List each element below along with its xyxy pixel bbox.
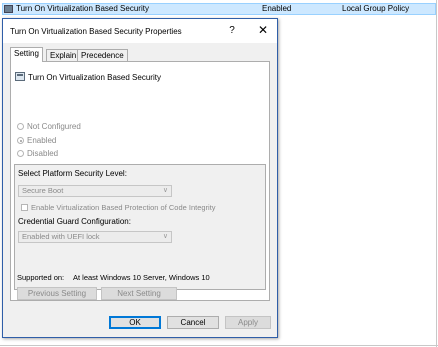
- platform-security-dropdown[interactable]: Secure Boot ∨: [18, 185, 172, 197]
- dialog-title: Turn On Virtualization Based Security Pr…: [10, 27, 182, 36]
- supported-on-label: Supported on:: [17, 273, 65, 282]
- policy-list-state: Enabled: [262, 4, 292, 13]
- radio-disabled[interactable]: Disabled: [17, 149, 58, 158]
- properties-dialog: Turn On Virtualization Based Security Pr…: [2, 18, 278, 338]
- policy-list-name: Turn On Virtualization Based Security: [16, 4, 149, 13]
- radio-circle: [17, 137, 24, 144]
- screenshot-frame-bottom: [0, 345, 438, 346]
- code-integrity-checkbox[interactable]: Enable Virtualization Based Protection o…: [21, 203, 216, 212]
- chevron-down-icon: ∨: [162, 187, 168, 194]
- options-group: Select Platform Security Level: Secure B…: [14, 164, 266, 290]
- credential-guard-value: Enabled with UEFI lock: [22, 232, 100, 241]
- credential-guard-dropdown[interactable]: Enabled with UEFI lock ∨: [18, 231, 172, 243]
- radio-circle: [17, 150, 24, 157]
- previous-setting-button[interactable]: Previous Setting: [17, 287, 97, 300]
- chevron-down-icon: ∨: [162, 233, 168, 240]
- radio-enabled[interactable]: Enabled: [17, 136, 56, 145]
- help-icon[interactable]: ?: [225, 25, 239, 36]
- credential-guard-label: Credential Guard Configuration:: [18, 217, 131, 226]
- policy-icon: [15, 72, 25, 81]
- screenshot-frame-edge: [436, 0, 437, 347]
- policy-setting-icon: [4, 5, 13, 13]
- ok-button[interactable]: OK: [109, 316, 161, 329]
- radio-label: Enabled: [27, 136, 57, 145]
- apply-button[interactable]: Apply: [225, 316, 271, 329]
- setting-panel: Turn On Virtualization Based Security No…: [10, 61, 270, 301]
- cancel-button[interactable]: Cancel: [167, 316, 219, 329]
- dialog-titlebar[interactable]: Turn On Virtualization Based Security Pr…: [3, 19, 277, 43]
- radio-circle: [17, 123, 24, 130]
- radio-not-configured[interactable]: Not Configured: [17, 122, 81, 131]
- radio-label: Not Configured: [27, 122, 81, 131]
- tab-precedence[interactable]: Precedence: [77, 49, 128, 61]
- policy-list-source: Local Group Policy: [342, 4, 410, 13]
- platform-security-value: Secure Boot: [22, 186, 64, 195]
- tab-explain[interactable]: Explain: [46, 49, 81, 61]
- close-icon[interactable]: ✕: [255, 23, 271, 37]
- checkbox-box: [21, 204, 28, 211]
- supported-on-value: At least Windows 10 Server, Windows 10: [73, 273, 210, 282]
- next-setting-button[interactable]: Next Setting: [101, 287, 177, 300]
- checkbox-label: Enable Virtualization Based Protection o…: [31, 203, 216, 212]
- radio-label: Disabled: [27, 149, 59, 158]
- policy-name: Turn On Virtualization Based Security: [28, 73, 161, 82]
- platform-security-label: Select Platform Security Level:: [18, 169, 127, 178]
- tab-setting[interactable]: Setting: [10, 47, 43, 62]
